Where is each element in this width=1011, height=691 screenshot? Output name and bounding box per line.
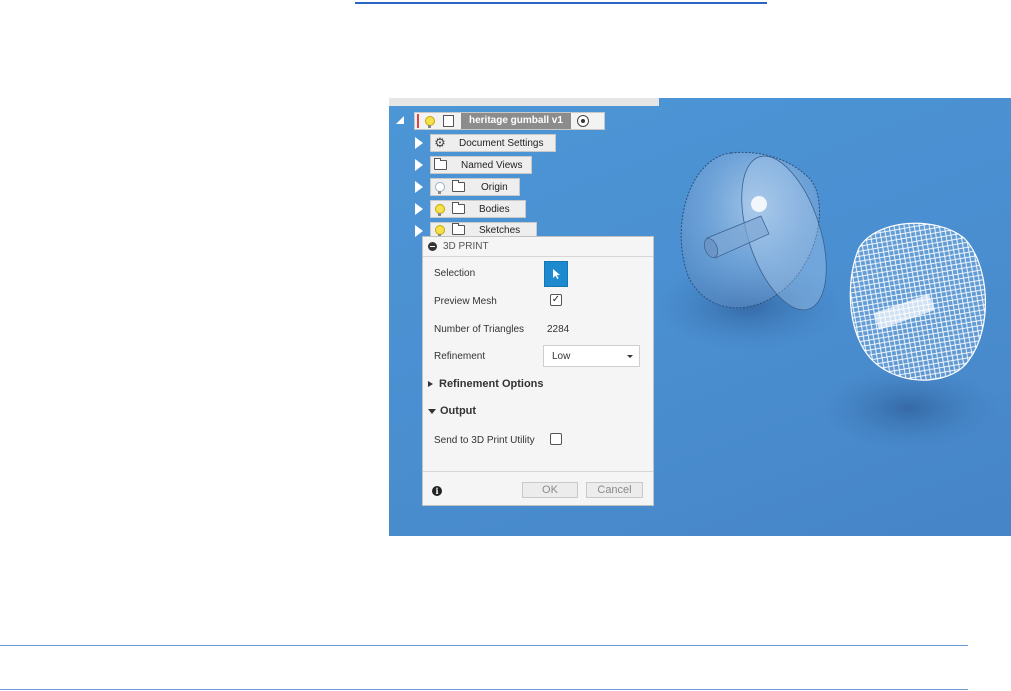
- browser-root-node[interactable]: heritage gumball v1: [414, 112, 605, 130]
- divider-line: [0, 689, 968, 690]
- collapse-dialog-icon[interactable]: [428, 242, 437, 251]
- component-box-icon: [441, 114, 455, 128]
- divider-line: [0, 645, 968, 646]
- lightbulb-icon[interactable]: [433, 223, 447, 237]
- folder-icon: [451, 180, 465, 194]
- item-label: Bodies: [479, 203, 510, 215]
- send-checkbox[interactable]: [550, 433, 562, 445]
- lightbulb-icon[interactable]: [433, 202, 447, 216]
- 3d-print-dialog: 3D PRINT Selection Preview Mesh ✓ Number…: [422, 236, 654, 506]
- root-name: heritage gumball v1: [461, 113, 571, 129]
- collapse-triangle-icon[interactable]: [396, 116, 404, 124]
- output-label: Output: [440, 405, 477, 417]
- expand-triangle-icon: [428, 381, 433, 387]
- translucent-shell: [680, 151, 827, 311]
- cancel-button[interactable]: Cancel: [586, 482, 643, 498]
- expand-triangle-icon[interactable]: [415, 137, 423, 149]
- gear-icon: ⚙: [434, 135, 446, 150]
- cursor-arrow-icon: [553, 269, 560, 279]
- folder-icon: [451, 223, 465, 237]
- mesh-shell: [849, 222, 986, 381]
- item-label: Origin: [481, 181, 508, 193]
- info-icon[interactable]: i: [432, 486, 442, 496]
- dialog-header[interactable]: 3D PRINT: [423, 237, 653, 257]
- folder-icon: [451, 202, 465, 216]
- refinement-options-label: Refinement Options: [439, 378, 544, 390]
- dialog-title: 3D PRINT: [443, 241, 489, 252]
- expand-triangle-icon[interactable]: [415, 203, 423, 215]
- item-label: Document Settings: [459, 137, 544, 149]
- item-label: Sketches: [479, 224, 521, 236]
- item-label: Named Views: [461, 159, 523, 171]
- output-section[interactable]: Output: [428, 405, 476, 417]
- selection-button[interactable]: [544, 261, 568, 287]
- browser-item-origin[interactable]: Origin: [430, 178, 520, 196]
- activate-radio-icon[interactable]: [576, 115, 589, 127]
- folder-icon: [433, 158, 447, 172]
- selection-label: Selection: [434, 268, 476, 279]
- ok-button[interactable]: OK: [522, 482, 578, 498]
- refinement-value: Low: [552, 350, 571, 362]
- expand-triangle-icon[interactable]: [415, 159, 423, 171]
- chevron-down-icon: [627, 355, 633, 358]
- lightbulb-icon[interactable]: [423, 114, 437, 128]
- preview-mesh-label: Preview Mesh: [434, 296, 497, 307]
- dialog-footer: i OK Cancel: [423, 471, 653, 506]
- browser-item-bodies[interactable]: Bodies: [430, 200, 526, 218]
- triangles-label: Number of Triangles: [434, 324, 525, 335]
- browser-item-named-views[interactable]: Named Views: [430, 156, 532, 174]
- preview-mesh-checkbox[interactable]: ✓: [550, 294, 562, 306]
- refinement-options-section[interactable]: Refinement Options: [428, 378, 544, 390]
- browser-item-document-settings[interactable]: ⚙ Document Settings: [430, 134, 556, 152]
- lightbulb-off-icon[interactable]: [433, 180, 447, 194]
- expand-triangle-icon[interactable]: [415, 181, 423, 193]
- send-label: Send to 3D Print Utility: [434, 435, 535, 446]
- active-marker: [417, 114, 419, 128]
- top-rule: [355, 2, 767, 4]
- triangles-value: 2284: [547, 324, 570, 335]
- collapse-triangle-icon: [428, 408, 436, 414]
- refinement-label: Refinement: [434, 351, 486, 362]
- refinement-dropdown[interactable]: Low: [543, 345, 640, 367]
